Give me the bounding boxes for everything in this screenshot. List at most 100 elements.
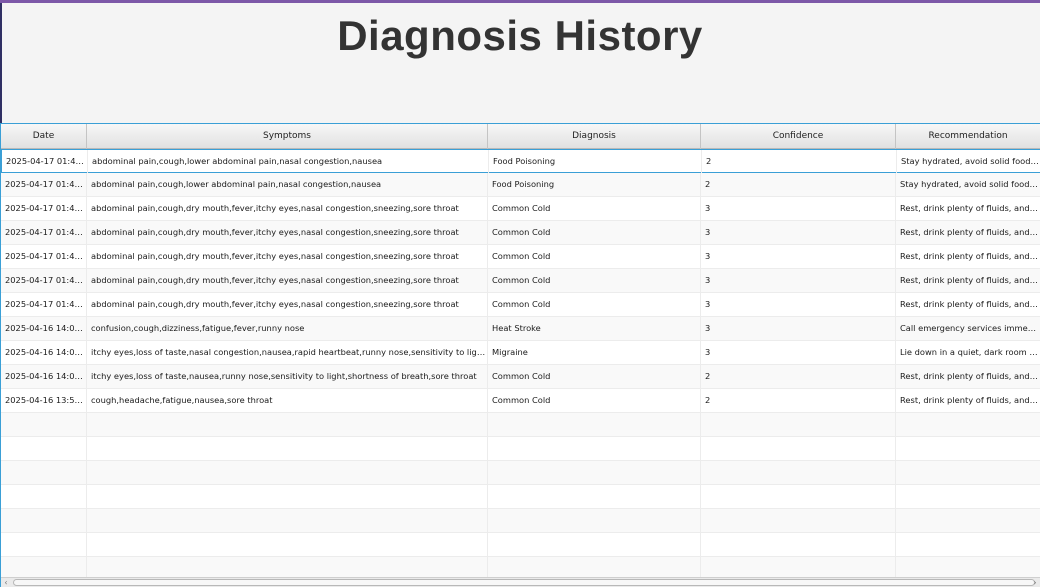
cell-recommendation: Rest, drink plenty of fluids, and ta...	[896, 245, 1040, 268]
cell-confidence: 3	[701, 245, 896, 268]
empty-table-row	[1, 437, 1040, 461]
table-row[interactable]: 2025-04-17 01:43... abdominal pain,cough,…	[1, 197, 1040, 221]
column-header-symptoms[interactable]: Symptoms	[87, 124, 488, 149]
empty-cell	[701, 437, 896, 460]
cell-confidence: 2	[701, 365, 896, 388]
empty-cell	[701, 509, 896, 532]
cell-confidence: 2	[701, 389, 896, 412]
empty-cell	[896, 533, 1040, 556]
cell-symptoms: abdominal pain,cough,dry mouth,fever,itc…	[87, 293, 488, 316]
empty-cell	[87, 509, 488, 532]
table-row[interactable]: 2025-04-17 01:43... abdominal pain,cough,…	[1, 221, 1040, 245]
cell-symptoms: abdominal pain,cough,lower abdominal pai…	[88, 150, 489, 173]
empty-cell	[896, 437, 1040, 460]
scroll-right-icon[interactable]: ›	[1030, 578, 1040, 587]
table-row[interactable]: 2025-04-17 01:47... abdominal pain,cough,…	[1, 149, 1040, 173]
cell-recommendation: Rest, drink plenty of fluids, and ta...	[896, 293, 1040, 316]
cell-recommendation: Rest, drink plenty of fluids, and ta...	[896, 197, 1040, 220]
empty-cell	[488, 437, 701, 460]
empty-cell	[488, 461, 701, 484]
empty-cell	[488, 509, 701, 532]
cell-symptoms: abdominal pain,cough,dry mouth,fever,itc…	[87, 221, 488, 244]
cell-confidence: 3	[701, 221, 896, 244]
table-header: Date Symptoms Diagnosis Confidence Recom…	[1, 124, 1040, 149]
empty-cell	[1, 485, 87, 508]
page-title: Diagnosis History	[337, 12, 703, 59]
cell-confidence: 2	[701, 173, 896, 196]
empty-cell	[896, 509, 1040, 532]
cell-recommendation: Call emergency services immediat...	[896, 317, 1040, 340]
cell-recommendation: Stay hydrated, avoid solid food for...	[896, 173, 1040, 196]
empty-cell	[1, 509, 87, 532]
empty-cell	[87, 485, 488, 508]
cell-diagnosis: Food Poisoning	[488, 173, 701, 196]
empty-cell	[701, 533, 896, 556]
empty-cell	[1, 461, 87, 484]
table-row[interactable]: 2025-04-17 01:43... abdominal pain,cough,…	[1, 245, 1040, 269]
cell-diagnosis: Common Cold	[488, 245, 701, 268]
cell-recommendation: Rest, drink plenty of fluids, and ta...	[896, 221, 1040, 244]
empty-cell	[896, 461, 1040, 484]
table-row[interactable]: 2025-04-17 01:43... abdominal pain,cough,…	[1, 269, 1040, 293]
empty-cell	[488, 485, 701, 508]
cell-confidence: 3	[701, 317, 896, 340]
cell-date: 2025-04-17 01:43...	[1, 269, 87, 292]
empty-table-row	[1, 413, 1040, 437]
table-row[interactable]: 2025-04-17 01:43... abdominal pain,cough,…	[1, 293, 1040, 317]
window-top-bar	[0, 0, 1040, 3]
empty-cell	[1, 533, 87, 556]
scroll-left-icon[interactable]: ‹	[1, 578, 11, 587]
cell-recommendation: Stay hydrated, avoid solid food for...	[897, 150, 1040, 173]
cell-date: 2025-04-16 14:00...	[1, 341, 87, 364]
cell-symptoms: confusion,cough,dizziness,fatigue,fever,…	[87, 317, 488, 340]
cell-recommendation: Rest, drink plenty of fluids, and ta...	[896, 365, 1040, 388]
table-row[interactable]: 2025-04-16 14:02... confusion,cough,dizzi…	[1, 317, 1040, 341]
empty-table-row	[1, 533, 1040, 557]
cell-date: 2025-04-17 01:47...	[2, 150, 88, 173]
cell-date: 2025-04-17 01:43...	[1, 293, 87, 316]
table-row[interactable]: 2025-04-16 14:00... itchy eyes,loss of ta…	[1, 365, 1040, 389]
empty-cell	[896, 413, 1040, 436]
cell-diagnosis: Common Cold	[488, 221, 701, 244]
cell-diagnosis: Food Poisoning	[489, 150, 702, 173]
cell-diagnosis: Common Cold	[488, 293, 701, 316]
cell-symptoms: itchy eyes,loss of taste,nasal congestio…	[87, 341, 488, 364]
cell-confidence: 3	[701, 293, 896, 316]
table-row[interactable]: 2025-04-17 01:46... abdominal pain,cough,…	[1, 173, 1040, 197]
cell-confidence: 3	[701, 341, 896, 364]
column-header-confidence[interactable]: Confidence	[701, 124, 896, 149]
cell-symptoms: cough,headache,fatigue,nausea,sore throa…	[87, 389, 488, 412]
cell-confidence: 3	[701, 269, 896, 292]
empty-cell	[87, 461, 488, 484]
cell-symptoms: abdominal pain,cough,dry mouth,fever,itc…	[87, 245, 488, 268]
empty-cell	[488, 413, 701, 436]
empty-cell	[1, 413, 87, 436]
cell-diagnosis: Migraine	[488, 341, 701, 364]
table-row[interactable]: 2025-04-16 14:00... itchy eyes,loss of ta…	[1, 341, 1040, 365]
table-row[interactable]: 2025-04-16 13:51... cough,headache,fatigu…	[1, 389, 1040, 413]
cell-recommendation: Rest, drink plenty of fluids, and ta...	[896, 269, 1040, 292]
empty-cell	[701, 461, 896, 484]
scrollbar-thumb[interactable]	[13, 579, 1035, 586]
cell-symptoms: abdominal pain,cough,dry mouth,fever,itc…	[87, 269, 488, 292]
column-header-recommendation[interactable]: Recommendation	[896, 124, 1040, 149]
empty-cell	[87, 533, 488, 556]
cell-diagnosis: Heat Stroke	[488, 317, 701, 340]
cell-symptoms: abdominal pain,cough,dry mouth,fever,itc…	[87, 197, 488, 220]
empty-cell	[701, 485, 896, 508]
cell-diagnosis: Common Cold	[488, 269, 701, 292]
cell-recommendation: Rest, drink plenty of fluids, and ta...	[896, 389, 1040, 412]
empty-cell	[87, 413, 488, 436]
cell-diagnosis: Common Cold	[488, 389, 701, 412]
column-header-diagnosis[interactable]: Diagnosis	[488, 124, 701, 149]
diagnosis-history-table[interactable]: Date Symptoms Diagnosis Confidence Recom…	[0, 123, 1040, 587]
cell-date: 2025-04-17 01:43...	[1, 221, 87, 244]
cell-confidence: 2	[702, 150, 897, 173]
column-header-date[interactable]: Date	[1, 124, 87, 149]
horizontal-scrollbar[interactable]: ‹ ›	[1, 577, 1040, 587]
cell-date: 2025-04-16 14:02...	[1, 317, 87, 340]
empty-cell	[896, 485, 1040, 508]
empty-cell	[1, 437, 87, 460]
cell-date: 2025-04-16 13:51...	[1, 389, 87, 412]
empty-table-row	[1, 485, 1040, 509]
